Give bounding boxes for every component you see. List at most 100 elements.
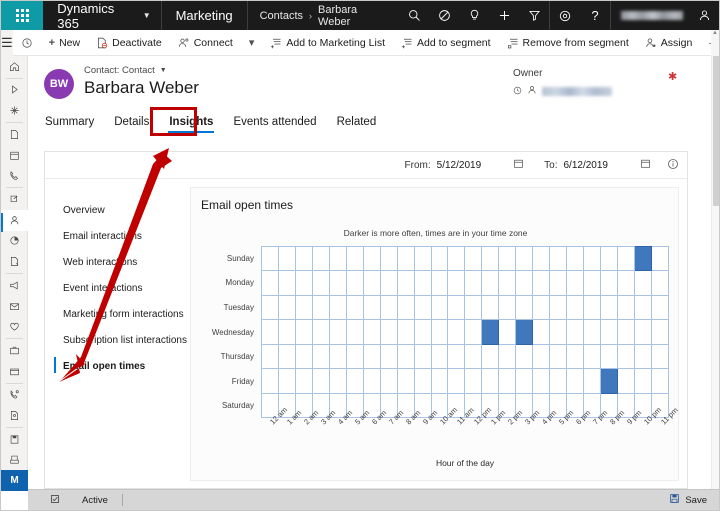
heatmap-cell[interactable] <box>515 319 534 345</box>
heatmap-cell[interactable] <box>600 319 619 345</box>
heatmap-cell[interactable] <box>498 368 517 394</box>
person-icon[interactable] <box>691 1 719 30</box>
envelope-icon[interactable] <box>1 296 28 317</box>
heatmap-cell[interactable] <box>328 319 347 345</box>
add-to-segment-button[interactable]: Add to segment <box>393 30 499 56</box>
heatmap-cell[interactable] <box>261 368 279 394</box>
vertical-scrollbar[interactable] <box>711 56 719 491</box>
heatmap-cell[interactable] <box>650 245 670 272</box>
heatmap-grid[interactable] <box>261 245 670 419</box>
hamburger-menu-icon[interactable]: ☰ <box>1 29 13 56</box>
heatmap-cell[interactable] <box>549 294 568 321</box>
heatmap-cell[interactable] <box>430 245 449 272</box>
heatmap-cell[interactable] <box>617 294 635 321</box>
document-report-icon[interactable] <box>1 251 28 272</box>
heatmap-cell[interactable] <box>633 245 652 272</box>
connect-dropdown-button[interactable]: ▾ <box>241 30 263 56</box>
heatmap-cell[interactable] <box>464 294 483 321</box>
heatmap-cell[interactable] <box>583 368 602 394</box>
heatmap-cell[interactable] <box>633 343 652 370</box>
heatmap-cell[interactable] <box>583 270 602 296</box>
heatmap-cell[interactable] <box>261 294 279 321</box>
tab-insights[interactable]: Insights <box>168 114 215 134</box>
heatmap-cell[interactable] <box>294 319 313 345</box>
heatmap-cell[interactable] <box>379 294 398 321</box>
heatmap-cell[interactable] <box>633 368 652 394</box>
focus-assist-icon[interactable] <box>429 1 459 30</box>
recent-icon[interactable] <box>1 80 28 101</box>
calendar-icon[interactable] <box>640 158 651 172</box>
sidelist-item-email-open-times[interactable]: Email open times <box>54 353 190 379</box>
to-value[interactable]: 6/12/2019 <box>564 160 609 171</box>
heatmap-cell[interactable] <box>345 343 364 370</box>
heatmap-cell[interactable] <box>515 343 534 370</box>
heatmap-cell[interactable] <box>566 368 585 394</box>
heatmap-cell[interactable] <box>413 319 432 345</box>
heatmap-cell[interactable] <box>617 319 635 345</box>
connect-button[interactable]: Connect <box>170 30 241 56</box>
heatmap-cell[interactable] <box>633 270 652 296</box>
heatmap-cell[interactable] <box>413 245 432 272</box>
heatmap-cell[interactable] <box>566 319 585 345</box>
heatmap-cell[interactable] <box>532 245 551 272</box>
heatmap-cell[interactable] <box>362 270 381 296</box>
heatmap-cell[interactable] <box>345 270 364 296</box>
heatmap-cell[interactable] <box>498 245 517 272</box>
scrollbar-thumb[interactable] <box>713 56 719 206</box>
scrollbar-up-arrow[interactable]: ▲ <box>711 30 719 56</box>
user-badge[interactable]: M <box>1 470 28 491</box>
lightbulb-idea-icon[interactable] <box>459 1 489 30</box>
heatmap-cell[interactable] <box>396 294 415 321</box>
heatmap-cell[interactable] <box>379 245 398 272</box>
heatmap-cell[interactable] <box>430 319 449 345</box>
heatmap-cell[interactable] <box>277 343 296 370</box>
heatmap-cell[interactable] <box>650 319 670 345</box>
heatmap-cell[interactable] <box>481 343 500 370</box>
heatmap-cell[interactable] <box>328 294 347 321</box>
heatmap-cell[interactable] <box>617 270 635 296</box>
sidelist-item-email-interactions[interactable]: Email interactions <box>59 223 190 249</box>
heatmap-cell[interactable] <box>532 270 551 296</box>
heatmap-cell[interactable] <box>600 245 619 272</box>
heatmap-cell[interactable] <box>600 368 619 394</box>
heatmap-cell[interactable] <box>379 343 398 370</box>
printer-icon[interactable] <box>1 450 28 471</box>
heatmap-cell[interactable] <box>413 270 432 296</box>
heatmap-cell[interactable] <box>311 368 330 394</box>
heatmap-cell[interactable] <box>464 319 483 345</box>
plus-new-icon[interactable] <box>489 1 519 30</box>
heatmap-cell[interactable] <box>430 294 449 321</box>
heatmap-cell[interactable] <box>261 319 279 345</box>
heatmap-cell[interactable] <box>566 270 585 296</box>
sidelist-item-subscription-list-interactions[interactable]: Subscription list interactions <box>59 327 190 353</box>
sidelist-item-event-interactions[interactable]: Event interactions <box>59 275 190 301</box>
heatmap-cell[interactable] <box>481 245 500 272</box>
heatmap-cell[interactable] <box>515 245 534 272</box>
assign-button[interactable]: Assign <box>637 30 701 56</box>
heatmap-cell[interactable] <box>294 368 313 394</box>
heatmap-cell[interactable] <box>413 294 432 321</box>
megaphone-icon[interactable] <box>1 275 28 296</box>
tab-events-attended[interactable]: Events attended <box>232 114 317 134</box>
info-circle-icon[interactable] <box>667 158 679 173</box>
heatmap-cell[interactable] <box>261 245 279 272</box>
calendar-icon[interactable] <box>1 145 28 166</box>
new-button[interactable]: + New <box>41 30 88 56</box>
heatmap-cell[interactable] <box>294 294 313 321</box>
heatmap-cell[interactable] <box>430 368 449 394</box>
folder-icon[interactable] <box>1 361 28 382</box>
heatmap-cell[interactable] <box>650 368 670 394</box>
heatmap-cell[interactable] <box>617 245 635 272</box>
heatmap-cell[interactable] <box>345 319 364 345</box>
heatmap-cell[interactable] <box>532 294 551 321</box>
remove-from-segment-button[interactable]: Remove from segment <box>499 30 637 56</box>
waffle-grid-icon[interactable] <box>1 1 44 30</box>
heatmap-cell[interactable] <box>549 343 568 370</box>
heatmap-cell[interactable] <box>583 343 602 370</box>
save-button[interactable]: Save <box>669 493 707 507</box>
heatmap-cell[interactable] <box>430 270 449 296</box>
heatmap-cell[interactable] <box>515 270 534 296</box>
tab-related[interactable]: Related <box>336 114 378 134</box>
pinned-icon[interactable] <box>1 100 28 121</box>
heatmap-cell[interactable] <box>413 368 432 394</box>
